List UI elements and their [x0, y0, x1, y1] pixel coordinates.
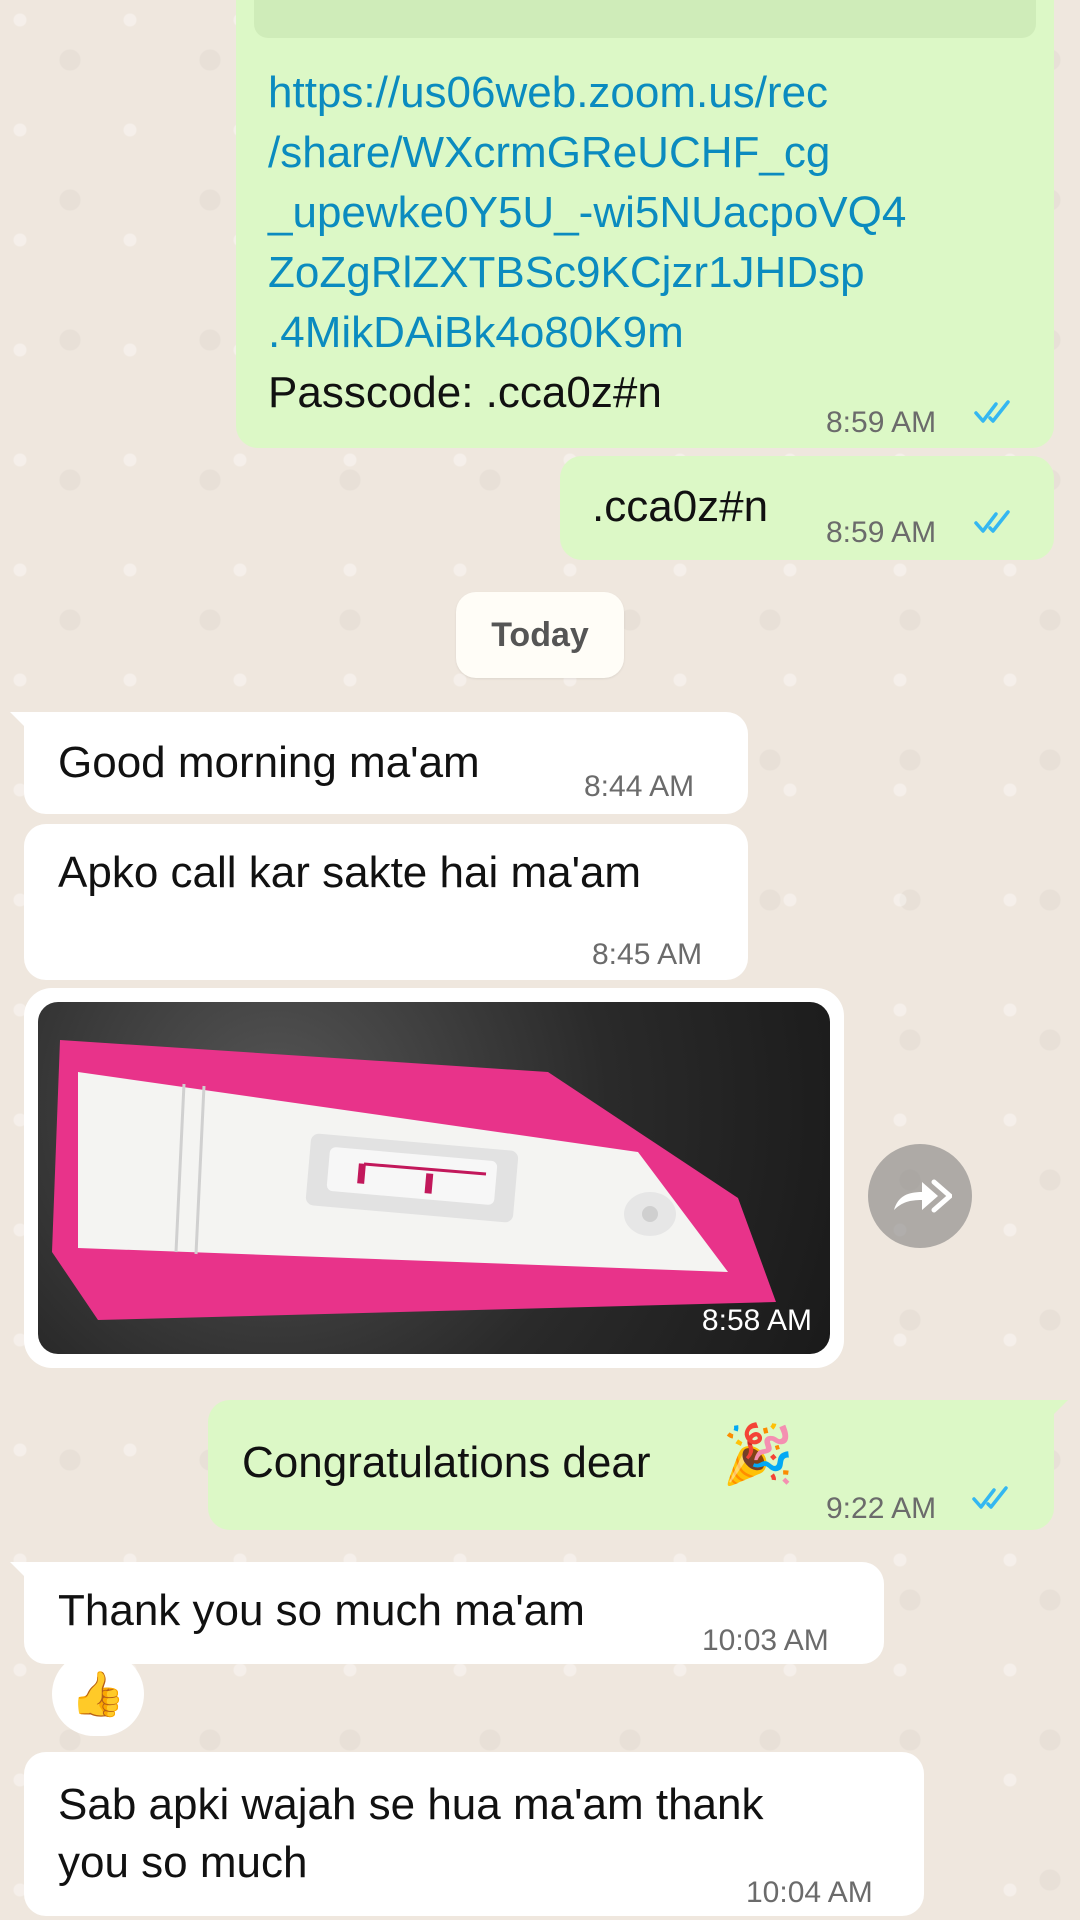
double-check-icon — [974, 510, 1010, 533]
message-text: Congratulations dear — [242, 1438, 651, 1487]
pregnancy-test-illustration — [52, 1040, 776, 1320]
link-preview-strip — [254, 0, 1036, 38]
message-outgoing-link[interactable]: https://us06web.zoom.us/rec /share/WXcrm… — [236, 0, 1054, 448]
forward-icon — [894, 1179, 952, 1213]
message-time: 8:59 AM — [826, 516, 937, 549]
reaction-thumbs-up[interactable]: 👍 — [52, 1652, 144, 1736]
message-text: Good morning ma'am — [58, 738, 480, 787]
message-time: 9:22 AM — [826, 1492, 937, 1525]
message-text: .cca0z#n — [592, 482, 769, 531]
pregnancy-test-photo[interactable]: 8:58 AM — [38, 1002, 830, 1354]
image-time: 8:58 AM — [701, 1304, 812, 1337]
message-incoming[interactable]: Thank you so much ma'am 10:03 AM — [10, 1562, 884, 1664]
message-text-line-1: Sab apki wajah se hua ma'am thank — [58, 1780, 764, 1829]
message-time: 10:03 AM — [702, 1624, 829, 1657]
party-popper-emoji: 🎉 — [722, 1422, 795, 1487]
message-text-line-2: you so much — [58, 1838, 308, 1887]
zoom-link-line-3[interactable]: _upewke0Y5U_-wi5NUacpoVQ4 — [268, 186, 906, 240]
double-check-icon — [972, 1486, 1008, 1509]
zoom-link-line-2[interactable]: /share/WXcrmGReUCHF_cg — [268, 126, 830, 180]
double-check-icon — [974, 400, 1010, 423]
zoom-link-line-1[interactable]: https://us06web.zoom.us/rec — [268, 66, 828, 120]
zoom-link-line-5[interactable]: .4MikDAiBk4o80K9m — [268, 306, 684, 360]
message-incoming[interactable]: Good morning ma'am 8:44 AM — [10, 712, 748, 814]
message-outgoing-passcode[interactable]: .cca0z#n 8:59 AM — [560, 456, 1054, 560]
message-time: 8:44 AM — [584, 770, 695, 803]
forward-button[interactable] — [868, 1144, 972, 1248]
zoom-link-line-4[interactable]: ZoZgRlZXTBSc9KCjzr1JHDsp — [268, 246, 865, 300]
message-outgoing[interactable]: Congratulations dear 🎉 9:22 AM — [208, 1400, 1068, 1530]
message-time: 8:59 AM — [826, 406, 937, 439]
message-text: Thank you so much ma'am — [58, 1586, 585, 1635]
message-incoming[interactable]: Apko call kar sakte hai ma'am 8:45 AM — [24, 824, 748, 980]
message-incoming[interactable]: Sab apki wajah se hua ma'am thank you so… — [24, 1752, 924, 1916]
message-text: Apko call kar sakte hai ma'am — [58, 848, 642, 897]
message-incoming-image[interactable]: 8:58 AM — [24, 988, 844, 1368]
message-time: 10:04 AM — [746, 1876, 873, 1909]
passcode-text: Passcode: .cca0z#n — [268, 368, 662, 417]
message-time: 8:45 AM — [592, 938, 703, 971]
thumbs-up-emoji: 👍 — [70, 1670, 126, 1719]
date-divider: Today — [456, 592, 624, 678]
